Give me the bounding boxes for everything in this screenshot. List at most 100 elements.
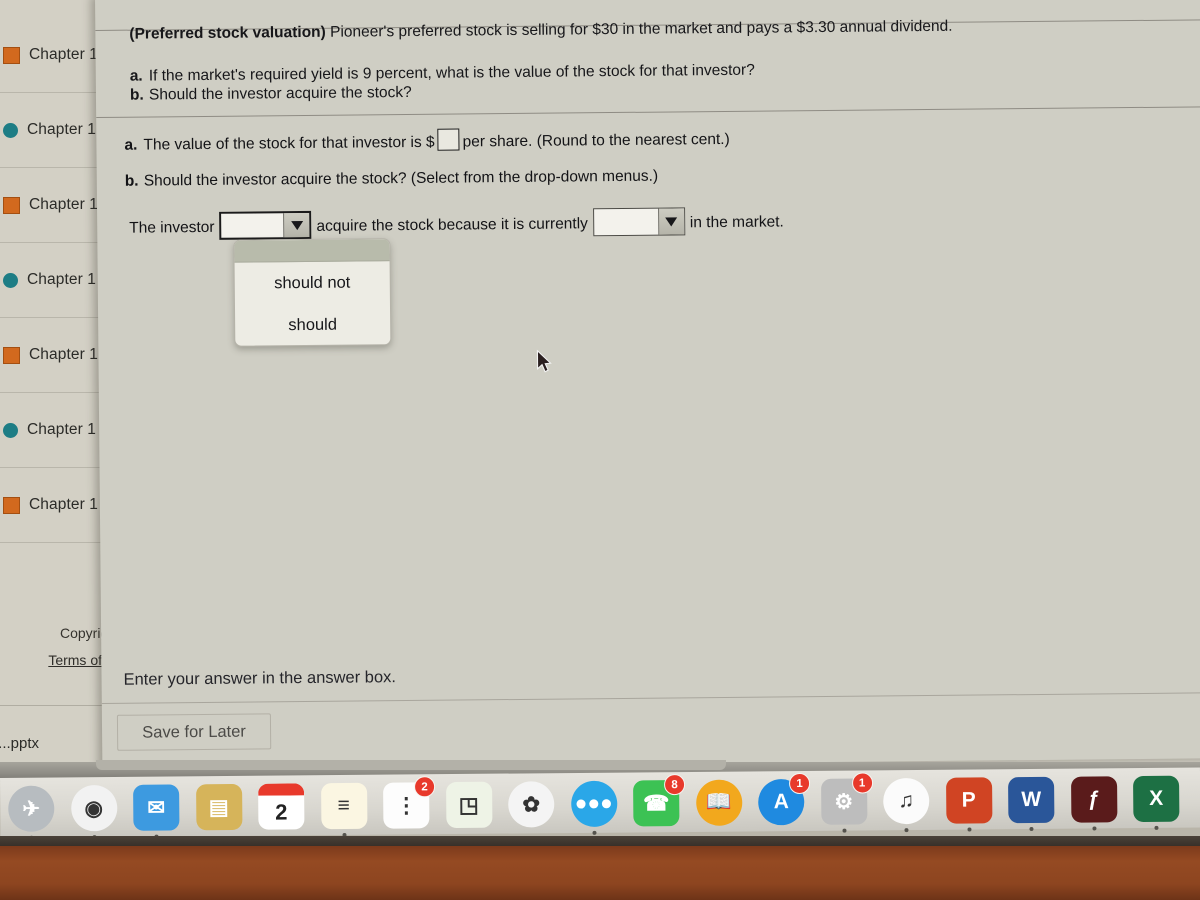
launchpad-icon: ✈ <box>8 785 55 832</box>
dock-item-facetime[interactable]: ☎ 8 <box>633 774 686 827</box>
dock-item-books[interactable]: 📖 <box>695 779 742 826</box>
question-topic-label: (Preferred stock valuation) <box>129 23 326 43</box>
answer-sentence: The investor acquire the stock because it… <box>129 206 784 240</box>
app-store-badge: 1 <box>788 772 811 795</box>
facetime-badge: 8 <box>663 774 686 796</box>
answer-line-b: b. Should the investor acquire the stock?… <box>125 168 659 191</box>
dock-item-excel[interactable]: X <box>1133 775 1180 830</box>
finder-folder-icon: ▤ <box>195 783 242 831</box>
enter-answer-hint: Enter your answer in the answer box. <box>123 668 397 689</box>
sentence-start: The investor <box>129 218 215 237</box>
orange-square-icon <box>3 346 20 364</box>
homework-question-window: (Preferred stock valuation) Pioneer's pr… <box>95 0 1200 769</box>
running-indicator-dot <box>966 827 972 832</box>
books-icon: 📖 <box>695 779 742 826</box>
dock-item-maps[interactable]: ◳ <box>445 781 492 829</box>
question-stem-text: Pioneer's preferred stock is selling for… <box>329 17 953 41</box>
valuation-dropdown[interactable] <box>592 207 686 237</box>
sidebar-item-label: Chapter 1 <box>27 421 96 438</box>
should-dropdown-menu[interactable]: should not should <box>233 238 392 347</box>
save-for-later-button[interactable]: Save for Later <box>116 713 272 751</box>
desk-surface <box>0 846 1200 900</box>
mail-icon: ✉ <box>133 784 180 831</box>
system-preferences-icon: ⚙ 1 <box>820 772 873 825</box>
dock-item-photos[interactable]: ✿ <box>508 781 555 828</box>
orange-square-icon <box>3 46 20 64</box>
dock-item-calendar[interactable]: 2 <box>258 783 305 830</box>
reminders-badge: 2 <box>414 776 436 798</box>
answer-line-a: a. The value of the stock for that invest… <box>124 126 730 155</box>
terms-of-use-link[interactable]: Terms of U <box>0 647 116 674</box>
running-indicator-dot <box>1091 826 1096 831</box>
part-a-letter: a. <box>129 67 143 85</box>
question-stem: (Preferred stock valuation) Pioneer's pr… <box>129 14 1129 45</box>
sidebar-item-label: Chapter 1 <box>27 271 96 288</box>
sidebar-item-label: Chapter 1 <box>27 121 96 138</box>
excel-icon: X <box>1133 775 1180 823</box>
dock-item-powerpoint[interactable]: P <box>945 777 992 832</box>
dock-item-app-store[interactable]: A1 <box>758 772 811 826</box>
dock-item-finder-folder[interactable]: ▤ <box>195 783 242 831</box>
macos-dock[interactable]: ✈ ◉ ✉ ▤ 2 ≡ ⋮ 2 ◳ ✿ ●●● ☎ 8 📖 A 1 ⚙ 1 ♫ P Wƒ X <box>0 767 1200 840</box>
dock-item-system-preferences[interactable]: ⚙ 1 <box>820 772 873 833</box>
running-indicator-dot <box>904 828 909 833</box>
music-icon: ♫ <box>883 777 930 825</box>
part-b-letter: b. <box>129 86 144 104</box>
google-chrome-icon: ◉ <box>70 784 117 832</box>
running-indicator-dot <box>1154 825 1159 830</box>
sidebar-item-label: Chapter 1 <box>29 46 98 63</box>
rule-answer-separator <box>96 106 1200 118</box>
rule-footer <box>101 692 1200 704</box>
dock-item-mail[interactable]: ✉ <box>133 784 180 839</box>
system-preferences-badge: 1 <box>851 772 873 794</box>
menu-header-strip <box>234 239 390 263</box>
dock-item-word[interactable]: W <box>1008 776 1055 832</box>
downloaded-file-chip[interactable]: ....pptx <box>0 735 114 752</box>
dock-item-flash-player[interactable]: ƒ <box>1070 776 1117 831</box>
orange-square-icon <box>3 196 20 214</box>
teal-circle-icon <box>3 272 18 288</box>
dock-item-notes[interactable]: ≡ <box>320 782 367 838</box>
dock-item-music[interactable]: ♫ <box>883 777 930 833</box>
calendar-icon: 2 <box>258 783 305 830</box>
answer-b-text: Should the investor acquire the stock? (… <box>143 167 659 190</box>
menu-option-should-not[interactable]: should not <box>235 261 390 304</box>
teal-circle-icon <box>3 122 18 138</box>
browser-tab-strip[interactable] <box>96 760 726 770</box>
running-indicator-dot <box>591 830 597 835</box>
question-part-a: a. If the market's required yield is 9 pe… <box>130 62 755 86</box>
dock-item-launchpad[interactable]: ✈ <box>8 785 55 840</box>
chevron-down-icon[interactable] <box>283 212 310 238</box>
laptop-screen-photo: Chapter 1 Chapter 1 Chapter 1 Chapter 1 Chap… <box>0 0 1200 900</box>
flash-player-icon: ƒ <box>1070 776 1117 823</box>
sidebar-item-label: Chapter 1 <box>29 196 98 213</box>
menu-option-should[interactable]: should <box>235 303 390 346</box>
part-b-text: Should the investor acquire the stock? <box>148 83 412 104</box>
chevron-down-icon[interactable] <box>657 208 685 235</box>
word-icon: W <box>1008 776 1055 824</box>
should-dropdown[interactable] <box>219 210 312 240</box>
reminders-icon: ⋮ 2 <box>383 776 436 829</box>
answer-a-suffix: per share. (Round to the nearest cent.) <box>462 130 730 151</box>
dock-item-google-chrome[interactable]: ◉ <box>70 784 117 840</box>
dock-item-reminders[interactable]: ⋮ 2 <box>383 776 436 829</box>
answer-b-letter: b. <box>124 172 139 190</box>
running-indicator-dot <box>1029 826 1034 832</box>
sidebar-item-label: Chapter 1 <box>29 496 98 513</box>
dock-item-messages[interactable]: ●●● <box>570 780 617 835</box>
teal-circle-icon <box>3 422 18 438</box>
part-a-text: If the market's required yield is 9 perc… <box>148 61 755 85</box>
sentence-middle: acquire the stock because it is currentl… <box>316 215 588 235</box>
photos-icon: ✿ <box>508 781 555 828</box>
question-part-b: b. Should the investor acquire the stock? <box>130 84 412 105</box>
stock-value-input[interactable] <box>437 128 460 151</box>
mouse-cursor-icon <box>536 349 552 373</box>
messages-icon: ●●● <box>570 780 617 828</box>
sidebar-item-label: Chapter 1 <box>29 346 98 363</box>
answer-a-letter: a. <box>124 136 138 154</box>
orange-square-icon <box>3 496 20 514</box>
maps-icon: ◳ <box>445 781 492 829</box>
notes-icon: ≡ <box>320 782 367 830</box>
sentence-end: in the market. <box>689 213 784 232</box>
answer-a-prefix: The value of the stock for that investor… <box>143 133 435 154</box>
